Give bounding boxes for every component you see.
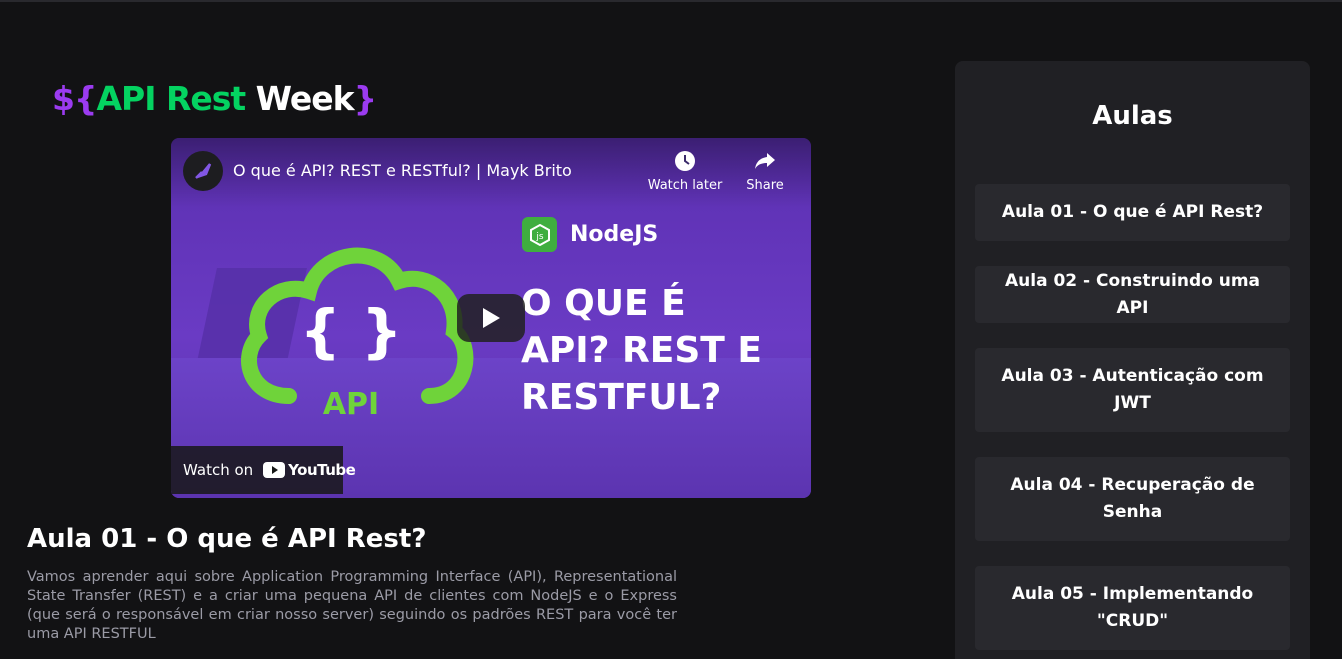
share-label: Share xyxy=(746,178,784,193)
thumbnail-badge-label: NodeJS xyxy=(570,222,659,247)
clock-icon xyxy=(675,151,695,171)
lesson-item-04[interactable]: Aula 04 - Recuperação de Senha xyxy=(975,457,1290,541)
lesson-item-03[interactable]: Aula 03 - Autenticação com JWT xyxy=(975,348,1290,432)
youtube-wordmark: YouTube xyxy=(288,461,356,479)
svg-text:js: js xyxy=(535,232,544,242)
share-button[interactable]: Share xyxy=(725,150,805,193)
site-logo[interactable]: ${API Rest Week} xyxy=(52,79,377,118)
api-cloud-icon: { } API xyxy=(241,247,474,422)
logo-close-brace: } xyxy=(353,79,377,118)
cloud-braces: { } xyxy=(300,297,403,365)
lesson-description: Vamos aprender aqui sobre Application Pr… xyxy=(27,569,677,642)
video-player[interactable]: { } API js NodeJS O QUE É API? REST E RE… xyxy=(171,138,811,498)
youtube-logo: YouTube xyxy=(263,461,356,479)
lesson-item-01[interactable]: Aula 01 - O que é API Rest? xyxy=(975,184,1290,241)
watch-later-button[interactable]: Watch later xyxy=(645,150,725,193)
play-button[interactable] xyxy=(457,294,525,342)
lesson-title: Aula 01 - O que é API Rest? xyxy=(27,524,427,554)
logo-open-brace: ${ xyxy=(52,79,97,118)
youtube-play-icon xyxy=(263,462,286,478)
video-title[interactable]: O que é API? REST e RESTful? | Mayk Brit… xyxy=(233,161,572,180)
top-divider xyxy=(0,0,1342,2)
watch-on-youtube-button[interactable]: Watch on YouTube xyxy=(171,446,356,494)
lesson-item-02[interactable]: Aula 02 - Construindo uma API xyxy=(975,266,1290,323)
logo-api-rest: API Rest xyxy=(96,79,246,118)
sidebar-title: Aulas xyxy=(1092,101,1173,131)
watch-later-label: Watch later xyxy=(647,178,723,193)
share-icon xyxy=(755,153,775,169)
lessons-sidebar: Aulas Aula 01 - O que é API Rest? Aula 0… xyxy=(955,61,1310,659)
play-icon xyxy=(483,308,500,328)
watch-on-label: Watch on xyxy=(183,461,254,479)
lesson-item-05[interactable]: Aula 05 - Implementando "CRUD" xyxy=(975,566,1290,650)
cloud-api-label: API xyxy=(323,387,379,422)
channel-avatar[interactable] xyxy=(183,151,223,191)
rocket-icon xyxy=(195,163,212,179)
thumbnail-headline: O QUE É API? REST E RESTFUL? xyxy=(521,283,762,418)
logo-week: Week xyxy=(255,79,355,118)
nodejs-icon: js xyxy=(522,217,557,252)
